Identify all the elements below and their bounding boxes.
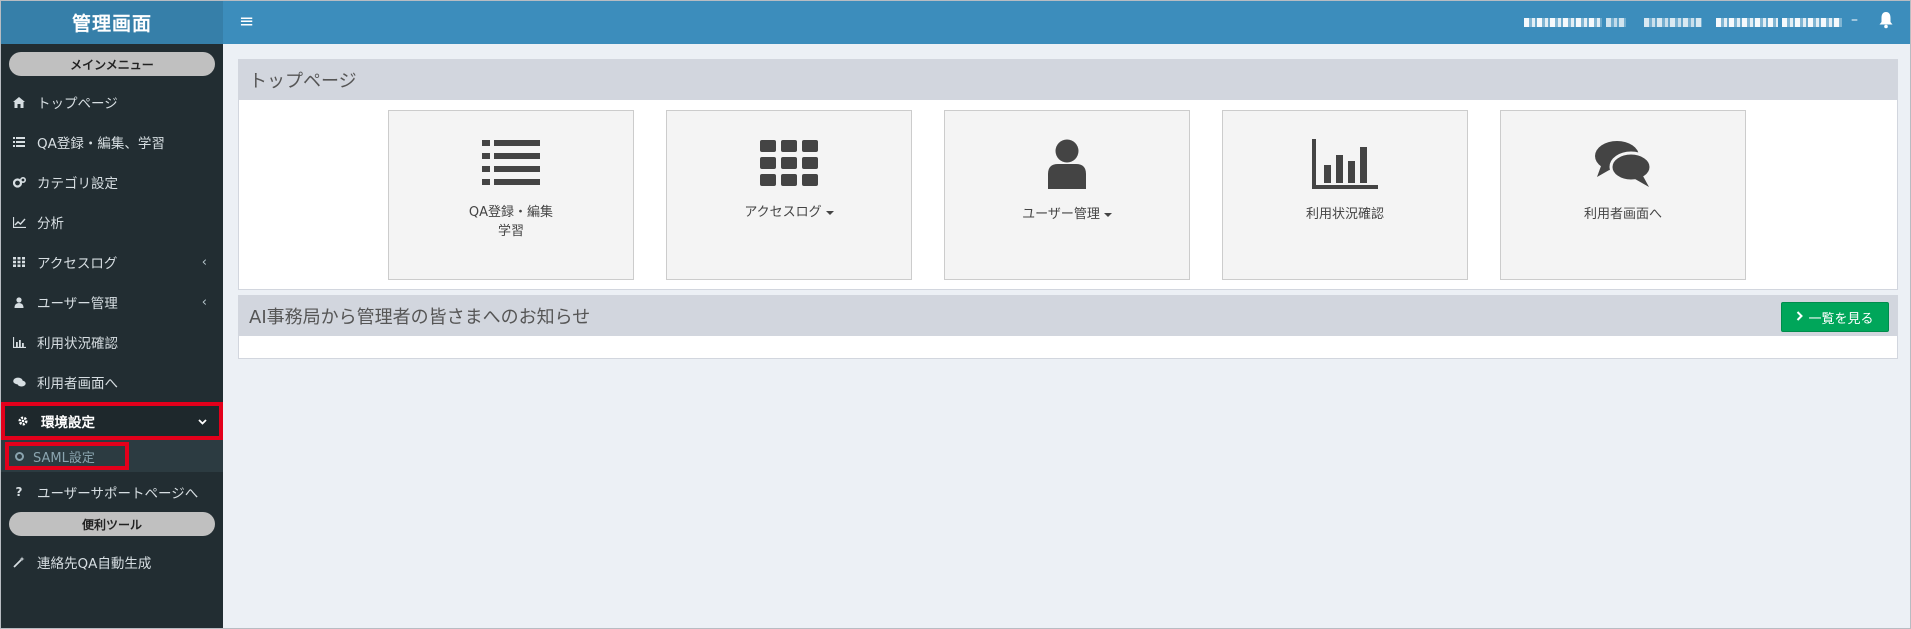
blurred-text xyxy=(1606,17,1626,27)
sidebar-item-user-screen[interactable]: 利用者画面へ xyxy=(1,362,223,402)
sidebar-item-user-management[interactable]: ユーザー管理 ‹ xyxy=(1,282,223,322)
caret-down-icon xyxy=(825,210,834,215)
sidebar-item-label: アクセスログ xyxy=(37,256,118,272)
saml-settings-highlight[interactable]: SAML設定 xyxy=(5,442,129,470)
sidebar-subitem-saml[interactable]: SAML設定 xyxy=(1,440,223,472)
sidebar-item-environment-settings[interactable]: 環境設定 xyxy=(1,402,223,440)
blurred-text xyxy=(1716,17,1778,27)
sidebar-item-user-support[interactable]: ? ユーザーサポートページへ xyxy=(1,472,223,512)
tools-menu-header: 便利ツール xyxy=(9,512,215,536)
sidebar-item-contact-qa-generator[interactable]: 連絡先QA自動生成 xyxy=(1,542,223,582)
top-page-panel: トップページ QA登録・編集 学習 アクセスログ ユーザー管理 利用状況確認 利… xyxy=(238,59,1898,290)
chevron-left-icon: ‹ xyxy=(201,294,207,310)
list-icon xyxy=(482,140,540,185)
tile-user-management[interactable]: ユーザー管理 xyxy=(944,110,1190,280)
caret-down-icon xyxy=(1103,212,1112,217)
sidebar-item-qa[interactable]: QA登録・編集、学習 xyxy=(1,122,223,162)
cogs-icon xyxy=(11,176,27,188)
user-account-blurred[interactable] xyxy=(1524,14,1842,30)
tile-qa-edit[interactable]: QA登録・編集 学習 xyxy=(388,110,634,280)
sidebar-item-usage[interactable]: 利用状況確認 xyxy=(1,322,223,362)
sidebar-item-label: 利用状況確認 xyxy=(37,336,118,352)
user-icon xyxy=(1048,139,1086,189)
sidebar-item-top-page[interactable]: トップページ xyxy=(1,82,223,122)
chevron-right-icon xyxy=(1796,310,1804,324)
sidebar-item-label: 分析 xyxy=(37,216,64,232)
tile-label: 利用者画面へ xyxy=(1583,207,1662,222)
home-icon xyxy=(11,96,27,108)
sidebar-item-access-log[interactable]: アクセスログ ‹ xyxy=(1,242,223,282)
top-page-title: トップページ xyxy=(239,60,1897,100)
gear-icon xyxy=(15,415,31,427)
sidebar-item-category[interactable]: カテゴリ設定 xyxy=(1,162,223,202)
magic-wand-icon xyxy=(11,556,27,568)
tile-usage-status[interactable]: 利用状況確認 xyxy=(1222,110,1468,280)
sidebar-item-label: 連絡先QA自動生成 xyxy=(37,556,152,572)
app-logo[interactable]: 管理画面 xyxy=(1,1,223,44)
main-content: トップページ QA登録・編集 学習 アクセスログ ユーザー管理 利用状況確認 利… xyxy=(223,44,1910,628)
bar-chart-icon xyxy=(11,336,27,348)
tile-label: 利用状況確認 xyxy=(1305,207,1384,222)
bar-chart-icon xyxy=(1312,139,1378,189)
chevron-left-icon: ‹ xyxy=(201,254,207,270)
notice-panel: AI事務局から管理者の皆さまへのお知らせ 一覧を見る xyxy=(238,295,1898,359)
sidebar-item-analysis[interactable]: 分析 xyxy=(1,202,223,242)
tile-label: QA登録・編集 学習 xyxy=(468,205,554,239)
comments-icon xyxy=(11,377,27,388)
notice-title: AI事務局から管理者の皆さまへのお知らせ xyxy=(239,296,1897,336)
sidebar-item-label: トップページ xyxy=(37,96,118,112)
sidebar-item-label: ユーザー管理 xyxy=(37,296,118,312)
blurred-text xyxy=(1644,17,1702,27)
sidebar-item-label: ユーザーサポートページへ xyxy=(37,486,199,502)
sidebar-item-label: カテゴリ設定 xyxy=(37,176,118,192)
user-icon xyxy=(11,296,27,308)
sidebar-item-label: QA登録・編集、学習 xyxy=(37,136,165,152)
chevron-down-icon xyxy=(198,414,207,429)
view-list-button-label: 一覧を見る xyxy=(1808,311,1874,327)
user-suffix: – xyxy=(1851,12,1858,28)
shortcut-tiles: QA登録・編集 学習 アクセスログ ユーザー管理 利用状況確認 利用者画面へ xyxy=(239,100,1897,289)
sidebar-subitem-label: SAML設定 xyxy=(33,450,95,466)
blurred-text xyxy=(1782,17,1842,27)
tile-access-log[interactable]: アクセスログ xyxy=(666,110,912,280)
tile-label: ユーザー管理 xyxy=(1022,205,1112,224)
line-chart-icon xyxy=(11,216,27,228)
tile-label: アクセスログ xyxy=(744,203,834,222)
tile-user-screen[interactable]: 利用者画面へ xyxy=(1500,110,1746,280)
grid-icon xyxy=(11,257,27,267)
sidebar-item-label: 環境設定 xyxy=(41,415,95,431)
comments-icon xyxy=(1595,141,1653,187)
menu-toggle-icon[interactable]: ≡ xyxy=(239,11,254,32)
main-menu-header: メインメニュー xyxy=(9,52,215,76)
sidebar: 管理画面 メインメニュー トップページ QA登録・編集、学習 カテゴリ設定 分析… xyxy=(1,1,223,628)
blurred-text xyxy=(1524,17,1602,27)
bell-icon[interactable] xyxy=(1878,11,1896,31)
top-navbar: ≡ – xyxy=(223,1,1910,44)
grid-icon xyxy=(760,140,818,186)
view-list-button[interactable]: 一覧を見る xyxy=(1781,302,1889,332)
question-icon: ? xyxy=(15,485,23,499)
sidebar-item-label: 利用者画面へ xyxy=(37,376,118,392)
list-icon xyxy=(11,137,27,147)
circle-icon xyxy=(15,451,24,461)
